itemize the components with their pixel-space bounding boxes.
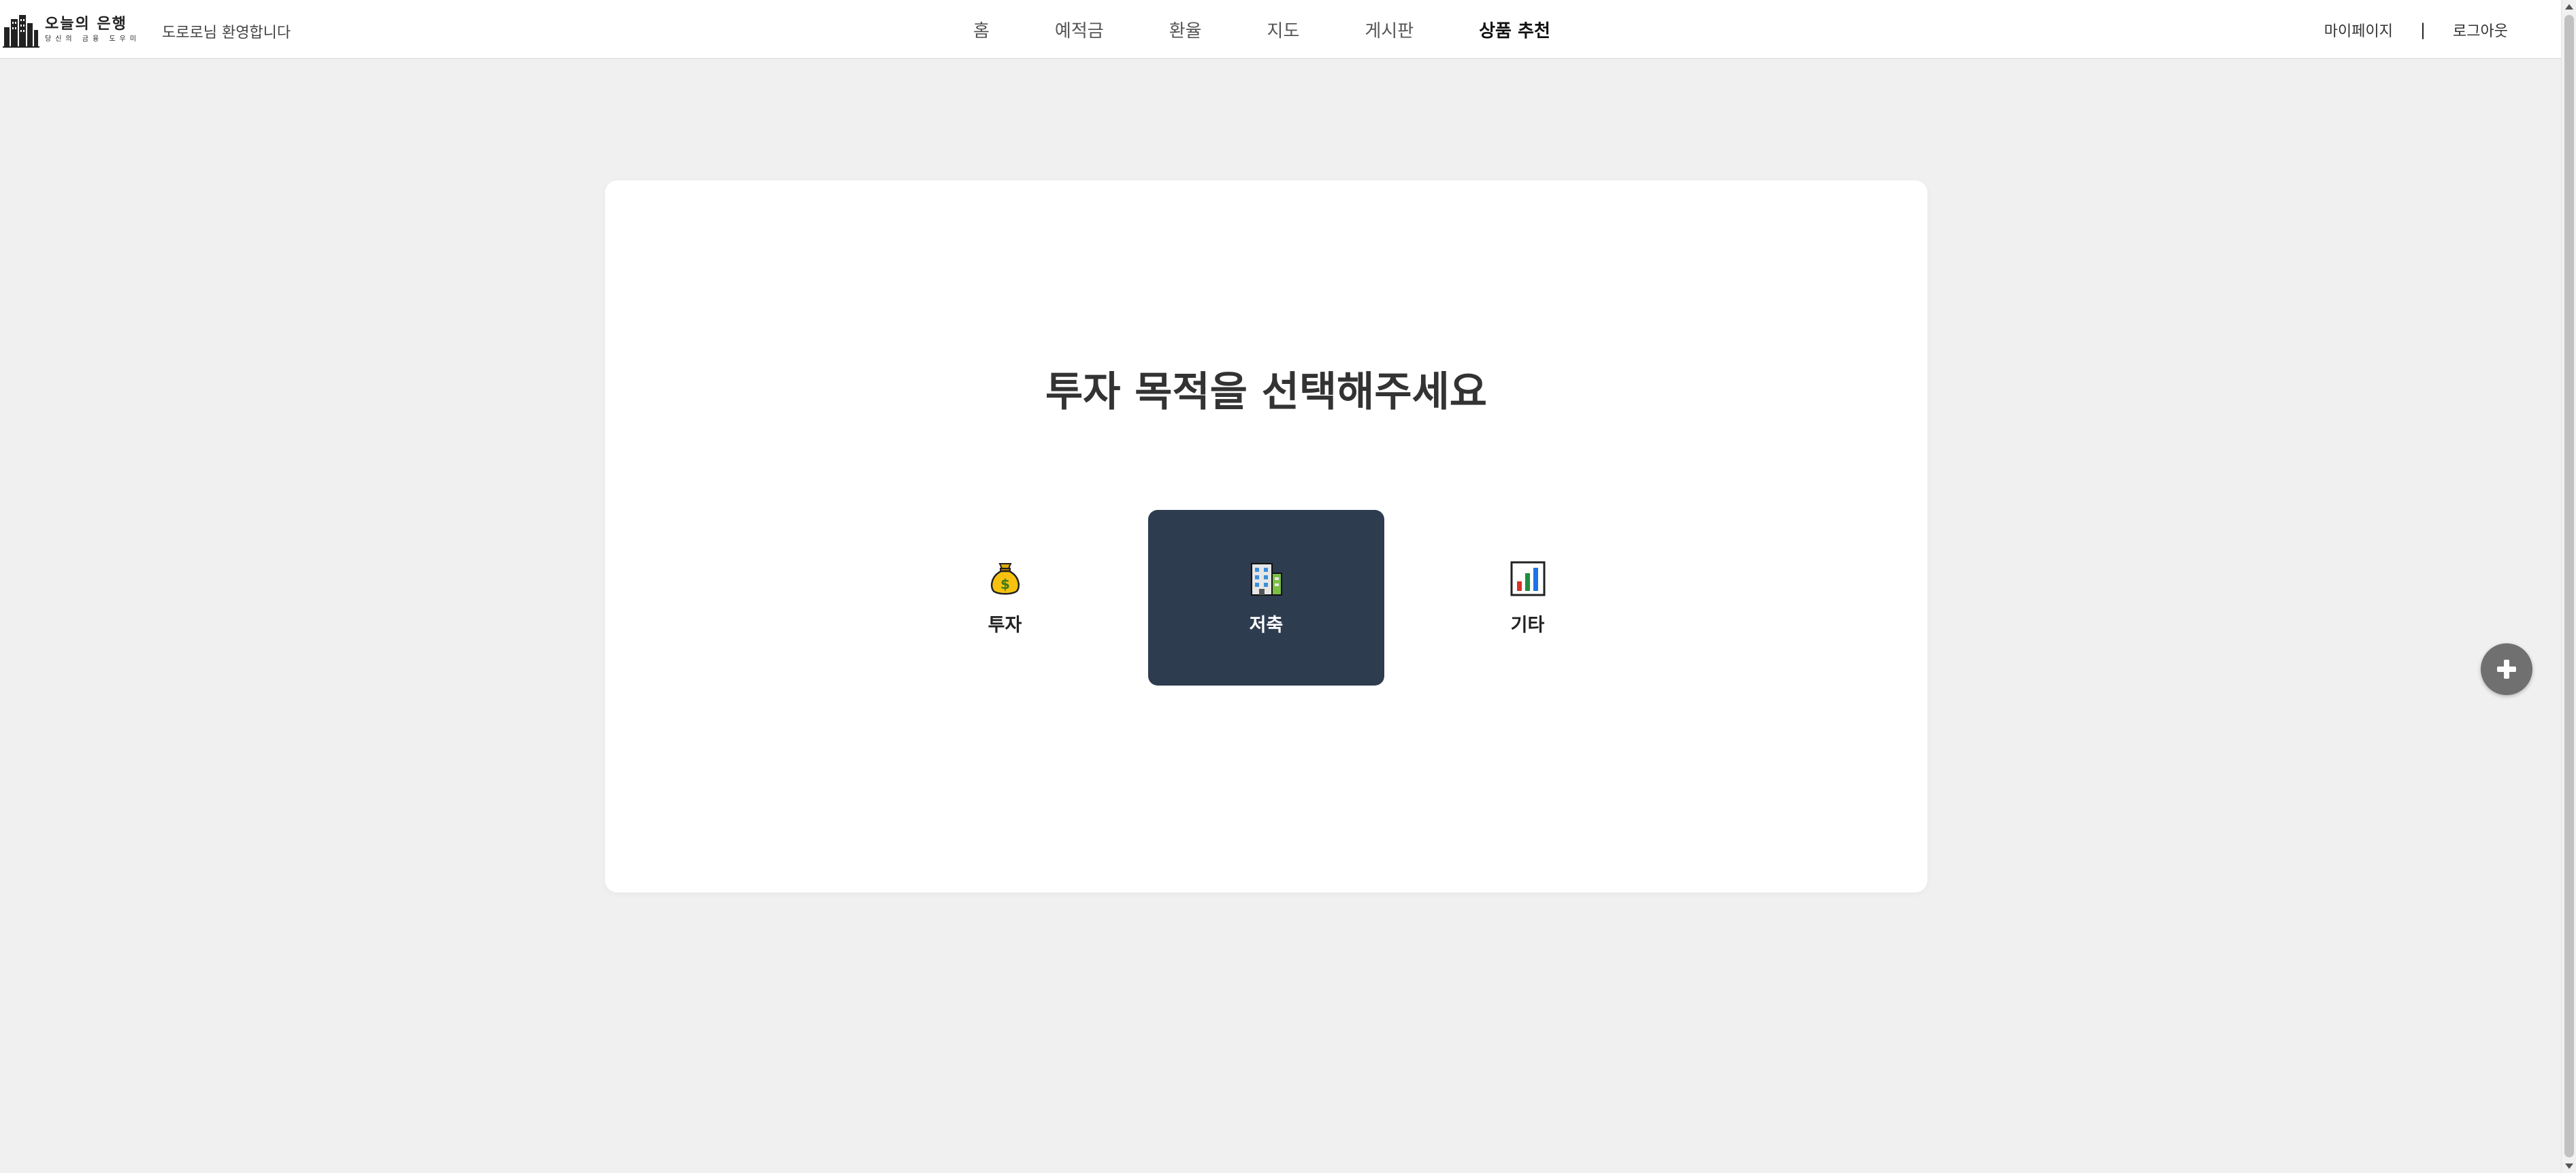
logo-link[interactable]: 오늘의 은행 당신의 금융 도우미 (3, 10, 140, 50)
add-fab-button[interactable] (2481, 643, 2532, 695)
nav-item-home[interactable]: 홈 (973, 17, 990, 42)
option-savings[interactable]: 저축 (1148, 510, 1384, 686)
scrollbar-thumb[interactable] (2564, 15, 2574, 1157)
page-scrollbar[interactable] (2561, 0, 2576, 1173)
main-nav: 홈 예적금 환율 지도 게시판 상품 추천 (973, 0, 1550, 59)
nav-item-recommend[interactable]: 상품 추천 (1479, 17, 1550, 42)
option-label: 저축 (1249, 614, 1284, 636)
purpose-card: 투자 목적을 선택해주세요 $ 투자 저축 기타 (605, 180, 1927, 893)
logo-subtitle: 당신의 금융 도우미 (45, 35, 140, 43)
option-other[interactable]: 기타 (1409, 510, 1646, 686)
money-bag-icon: $ (990, 562, 1020, 594)
mypage-link[interactable]: 마이페이지 (2324, 19, 2393, 41)
logo-text: 오늘의 은행 당신의 금융 도우미 (45, 17, 140, 43)
svg-text:$: $ (1000, 576, 1010, 592)
city-buildings-icon (3, 15, 39, 48)
logout-link[interactable]: 로그아웃 (2453, 19, 2508, 41)
top-header: 오늘의 은행 당신의 금융 도우미 도로로님 환영합니다 홈 예적금 환율 지도… (0, 0, 2561, 59)
scroll-up-arrow-icon[interactable] (2565, 4, 2573, 10)
option-label: 투자 (988, 614, 1022, 636)
welcome-message: 도로로님 환영합니다 (162, 25, 291, 42)
nav-item-board[interactable]: 게시판 (1365, 17, 1414, 42)
page-title: 투자 목적을 선택해주세요 (1045, 368, 1487, 416)
option-label: 기타 (1510, 614, 1545, 636)
user-menu-separator: | (2419, 20, 2426, 39)
nav-item-deposits[interactable]: 예적금 (1055, 17, 1104, 42)
bar-chart-icon (1510, 561, 1545, 596)
option-invest[interactable]: $ 투자 (887, 510, 1123, 686)
user-menu: 마이페이지 | 로그아웃 (2324, 0, 2508, 59)
scroll-down-arrow-icon[interactable] (2565, 1163, 2573, 1169)
purpose-options: $ 투자 저축 기타 (605, 510, 1927, 686)
plus-icon (2497, 660, 2516, 679)
office-building-icon (1250, 562, 1282, 596)
nav-item-map[interactable]: 지도 (1267, 17, 1300, 42)
nav-item-exchange[interactable]: 환율 (1169, 17, 1202, 42)
logo-title: 오늘의 은행 (45, 16, 127, 33)
